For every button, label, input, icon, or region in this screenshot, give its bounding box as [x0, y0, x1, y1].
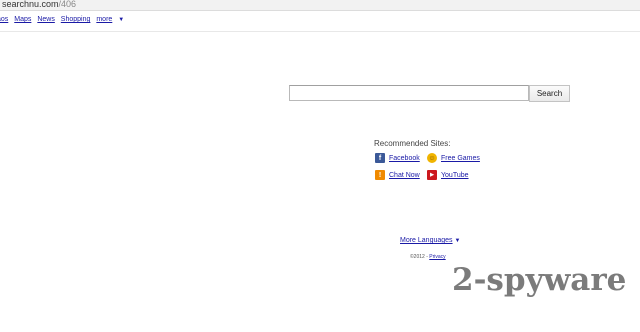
recommended-site-chat-now[interactable]: ! Chat Now — [375, 170, 420, 180]
chevron-down-icon[interactable]: ▼ — [118, 17, 124, 23]
url-host: searchnu.com — [2, 0, 59, 9]
nav-item-maps[interactable]: Maps — [14, 16, 31, 23]
nav-more-link[interactable]: more — [96, 16, 112, 23]
nav-item-shopping[interactable]: Shopping — [61, 16, 91, 23]
nav-item-videos[interactable]: aos — [0, 16, 8, 23]
smiley-icon: ☺ — [427, 153, 437, 163]
footer: ©2012 - Privacy — [410, 254, 446, 260]
recommended-site-label[interactable]: YouTube — [441, 172, 469, 179]
privacy-link[interactable]: Privacy — [429, 254, 445, 260]
chevron-down-icon[interactable]: ▼ — [455, 238, 461, 244]
url-path: /406 — [58, 0, 77, 9]
watermark: 2-spyware — [452, 262, 627, 298]
nav-links: aos Maps News Shopping more ▼ — [0, 16, 124, 23]
search-input[interactable] — [289, 85, 529, 101]
recommended-site-label[interactable]: Chat Now — [389, 172, 420, 179]
recommended-sites-title: Recommended Sites: — [374, 139, 451, 148]
recommended-site-youtube[interactable]: ▶ YouTube — [427, 170, 469, 180]
recommended-site-label[interactable]: Facebook — [389, 155, 420, 162]
search-button[interactable]: Search — [529, 85, 570, 102]
address-url[interactable]: searchnu.com/406 — [2, 0, 76, 9]
top-nav: aos Maps News Shopping more ▼ — [0, 11, 640, 32]
chat-icon: ! — [375, 170, 385, 180]
more-languages-link[interactable]: More Languages — [400, 237, 453, 244]
nav-item-news[interactable]: News — [37, 16, 55, 23]
recommended-site-facebook[interactable]: f Facebook — [375, 153, 420, 163]
recommended-site-free-games[interactable]: ☺ Free Games — [427, 153, 480, 163]
copyright-text: ©2012 - — [410, 254, 428, 260]
address-bar[interactable]: searchnu.com/406 — [0, 0, 640, 11]
youtube-icon: ▶ — [427, 170, 437, 180]
more-languages[interactable]: More Languages ▼ — [400, 237, 461, 244]
facebook-icon: f — [375, 153, 385, 163]
recommended-site-label[interactable]: Free Games — [441, 155, 480, 162]
